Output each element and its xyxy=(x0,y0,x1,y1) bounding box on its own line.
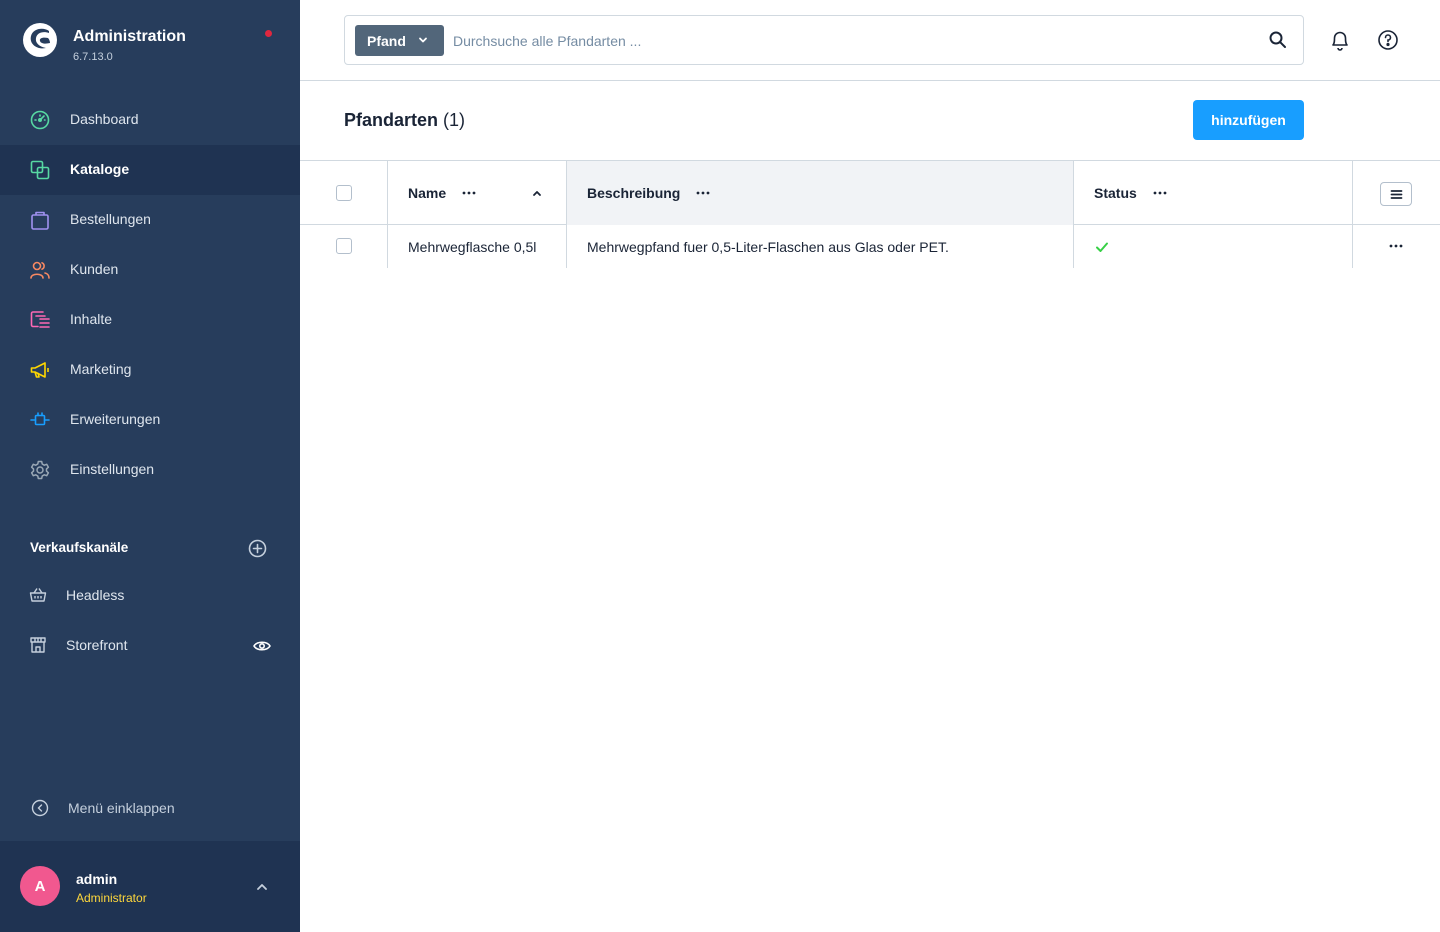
page-title: Pfandarten (1) xyxy=(344,110,465,131)
column-options-icon[interactable] xyxy=(1152,189,1168,197)
row-name[interactable]: Mehrwegflasche 0,5l xyxy=(408,239,558,255)
sidebar-item-label: Marketing xyxy=(70,361,132,377)
sidebar: Administration 6.7.13.0 Dashboard Katalo… xyxy=(0,0,300,932)
row-description: Mehrwegpfand fuer 0,5-Liter-Flaschen aus… xyxy=(587,239,949,255)
sidebar-item-label: Einstellungen xyxy=(70,461,155,477)
help-icon[interactable] xyxy=(1376,28,1400,52)
column-header-description[interactable]: Beschreibung xyxy=(567,161,1074,225)
chevron-left-circle-icon xyxy=(31,799,49,817)
sidebar-header: Administration 6.7.13.0 xyxy=(0,0,300,80)
app-title: Administration xyxy=(73,28,186,45)
sales-channel-label: Storefront xyxy=(66,637,128,653)
search-type-label: Pfand xyxy=(367,33,406,49)
row-description-cell: Mehrwegpfand fuer 0,5-Liter-Flaschen aus… xyxy=(567,225,1074,268)
content-icon xyxy=(30,311,50,328)
shopping-bag-icon xyxy=(31,211,49,230)
sales-channel-label: Headless xyxy=(66,587,125,603)
sidebar-item-label: Kataloge xyxy=(70,161,130,177)
sidebar-item-customers[interactable]: Kunden xyxy=(0,245,300,295)
search-type-select[interactable]: Pfand xyxy=(355,25,444,56)
chevron-up-icon[interactable] xyxy=(254,879,270,895)
sales-channels-title: Verkaufskanäle xyxy=(30,540,129,555)
column-options-icon[interactable] xyxy=(461,189,477,197)
column-options-icon[interactable] xyxy=(695,189,711,197)
sidebar-item-orders[interactable]: Bestellungen xyxy=(0,195,300,245)
page-title-count: (1) xyxy=(443,110,466,130)
sidebar-item-label: Bestellungen xyxy=(70,211,151,227)
sidebar-item-catalogs[interactable]: Kataloge xyxy=(0,145,300,195)
column-label: Status xyxy=(1094,185,1137,201)
collapse-menu-button[interactable]: Menü einklappen xyxy=(0,790,300,826)
row-checkbox[interactable] xyxy=(336,238,352,254)
storefront-icon xyxy=(30,637,46,653)
column-header-status[interactable]: Status xyxy=(1074,161,1353,225)
column-header-name[interactable]: Name xyxy=(388,161,567,225)
shopware-logo-icon[interactable] xyxy=(22,22,58,58)
sidebar-item-label: Dashboard xyxy=(70,111,139,127)
notification-dot xyxy=(265,30,272,37)
customers-icon xyxy=(30,261,50,279)
row-status-cell xyxy=(1074,225,1353,268)
dashboard-icon xyxy=(30,110,50,130)
column-label: Name xyxy=(408,185,447,201)
user-name: admin xyxy=(76,871,118,887)
select-all-checkbox[interactable] xyxy=(336,185,352,201)
sidebar-item-label: Erweiterungen xyxy=(70,411,161,427)
gear-icon xyxy=(30,460,50,480)
megaphone-icon xyxy=(30,362,49,378)
row-name-cell[interactable]: Mehrwegflasche 0,5l xyxy=(388,225,567,268)
sidebar-item-label: Inhalte xyxy=(70,311,113,327)
top-bar: Pfand xyxy=(300,0,1440,81)
bell-icon[interactable] xyxy=(1328,28,1352,52)
sidebar-item-dashboard[interactable]: Dashboard xyxy=(0,95,300,145)
user-menu[interactable]: A admin Administrator xyxy=(0,841,300,932)
hamburger-icon xyxy=(1390,190,1403,199)
collapse-menu-label: Menü einklappen xyxy=(68,800,175,816)
page-title-text: Pfandarten xyxy=(344,110,439,130)
eye-icon[interactable] xyxy=(252,636,272,656)
avatar: A xyxy=(20,866,60,906)
sort-ascending-icon[interactable] xyxy=(531,188,543,198)
app-version: 6.7.13.0 xyxy=(73,51,113,63)
row-select-cell xyxy=(300,225,388,268)
table-row[interactable]: Mehrwegflasche 0,5l Mehrwegpfand fuer 0,… xyxy=(300,225,1440,268)
add-button[interactable]: hinzufügen xyxy=(1193,100,1304,140)
sales-channel-headless[interactable]: Headless xyxy=(0,572,300,618)
data-grid: Name Beschreibung Status Mehrwegflasche … xyxy=(300,160,1440,268)
global-search: Pfand xyxy=(344,15,1304,65)
column-label: Beschreibung xyxy=(587,185,681,201)
basket-icon xyxy=(29,588,47,602)
search-icon[interactable] xyxy=(1268,30,1288,50)
sidebar-item-extensions[interactable]: Erweiterungen xyxy=(0,395,300,445)
catalog-icon xyxy=(30,160,50,180)
add-sales-channel-icon[interactable] xyxy=(248,539,267,558)
sidebar-item-label: Kunden xyxy=(70,261,119,277)
chevron-down-icon xyxy=(419,37,427,43)
status-active-check-icon xyxy=(1096,242,1108,252)
sidebar-item-content[interactable]: Inhalte xyxy=(0,295,300,345)
search-input[interactable] xyxy=(453,25,1253,56)
grid-header: Name Beschreibung Status xyxy=(300,160,1440,225)
sidebar-item-marketing[interactable]: Marketing xyxy=(0,345,300,395)
user-role: Administrator xyxy=(76,891,147,905)
grid-settings-button[interactable] xyxy=(1380,182,1412,206)
plugin-icon xyxy=(30,412,50,426)
select-all-cell xyxy=(300,161,388,225)
sidebar-item-settings[interactable]: Einstellungen xyxy=(0,445,300,495)
row-actions-icon[interactable] xyxy=(1388,242,1404,250)
